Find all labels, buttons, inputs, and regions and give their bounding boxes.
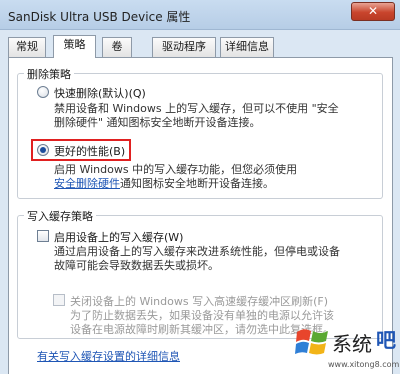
tab-strip: 常规 策略 卷 驱动程序 详细信息 [8,35,393,58]
better-performance-desc-1: 启用 Windows 中的写入缓存功能，但您必须使用 [54,163,298,176]
safely-remove-hardware-link[interactable]: 安全删除硬件 [54,177,120,190]
watermark-logo: 系统 吧 www.xitong8.com [292,318,400,374]
highlight-frame [31,139,131,161]
quick-removal-desc-2: 删除硬件" 通知图标安全地断开设备连接。 [54,116,261,129]
tab-policies[interactable]: 策略 [53,35,96,58]
better-performance-desc-2-rest: 通知图标安全地断开设备连接。 [120,177,274,190]
quick-removal-label[interactable]: 快速删除(默认)(Q) [54,85,146,101]
tab-volumes[interactable]: 卷 [102,37,132,57]
tab-driver[interactable]: 驱动程序 [152,37,216,57]
tab-general[interactable]: 常规 [8,37,46,57]
tab-details[interactable]: 详细信息 [220,37,274,57]
windows-flag-icon [295,329,328,355]
watermark-url: www.xitong8.com [328,360,400,369]
write-cache-details-link[interactable]: 有关写入缓存设置的详细信息 [37,348,180,364]
close-icon: ✕ [367,4,379,18]
enable-write-cache-desc-2: 故障可能会导致数据丢失或损坏。 [54,259,219,272]
enable-write-cache-label[interactable]: 启用设备上的写入缓存(W) [54,229,183,245]
better-performance-desc-2: 安全删除硬件通知图标安全地断开设备连接。 [54,177,274,191]
enable-write-cache-desc-1: 通过启用设备上的写入缓存来改进系统性能，但停电或设备 [54,245,340,258]
quick-removal-desc-1: 禁用设备和 Windows 上的写入缓存，但可以不使用 "安全 [54,102,339,115]
close-button[interactable]: ✕ [351,2,395,21]
enable-write-cache-checkbox[interactable] [37,230,49,242]
disable-flush-checkbox[interactable] [53,294,65,306]
watermark-brand: 系统 [332,332,372,356]
removal-policy-title: 删除策略 [24,66,74,82]
quick-removal-radio[interactable] [37,86,49,98]
write-cache-policy-title: 写入缓存策略 [24,208,96,224]
watermark-brand-tail: 吧 [376,328,396,352]
disable-flush-label[interactable]: 关闭设备上的 Windows 写入高速缓存缓冲区刷新(F) [70,293,328,309]
title-bar: SanDisk Ultra USB Device 属性 ✕ [0,0,400,30]
window-title: SanDisk Ultra USB Device 属性 [8,10,191,24]
